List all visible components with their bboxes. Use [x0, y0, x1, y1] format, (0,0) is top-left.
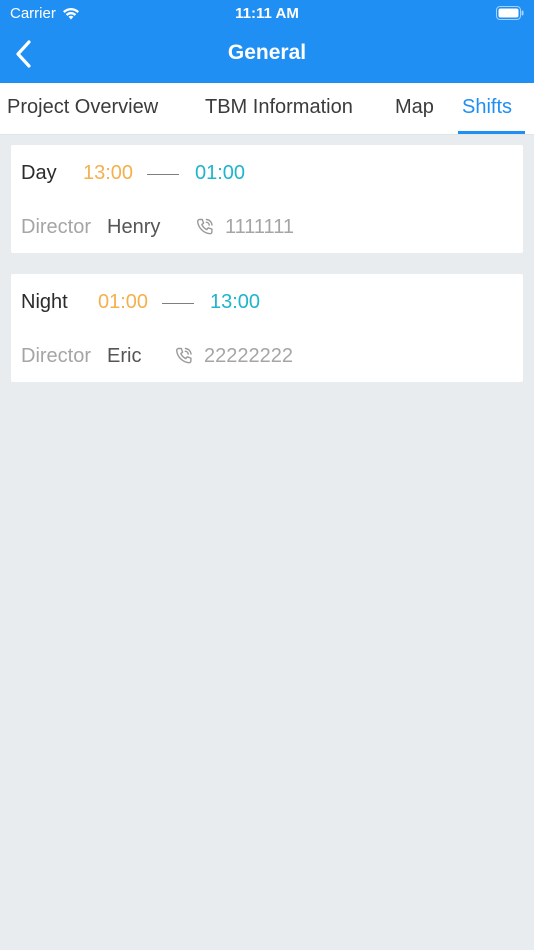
phone-number[interactable]: 1111111	[225, 216, 294, 239]
active-tab-indicator	[458, 131, 525, 134]
shift-card-day[interactable]: Day 13:00 01:00 Director Henry 1111111	[11, 145, 523, 253]
phone-icon[interactable]	[195, 217, 215, 237]
tab-shifts[interactable]: Shifts	[462, 96, 512, 119]
app-header: Carrier 11:11 AM General	[0, 0, 534, 83]
director-name: Henry	[107, 216, 161, 238]
tab-project-overview[interactable]: Project Overview	[7, 96, 158, 119]
tab-map[interactable]: Map	[395, 96, 434, 119]
page-title: General	[227, 41, 307, 64]
shift-name: Day	[21, 162, 57, 184]
shift-end-time: 01:00	[195, 162, 246, 184]
shift-start-time: 13:00	[83, 162, 134, 184]
battery-icon	[496, 6, 524, 24]
director-name: Eric	[107, 345, 142, 367]
status-bar: Carrier 11:11 AM	[0, 0, 534, 28]
navigation-bar: General	[0, 28, 534, 83]
status-time: 11:11 AM	[235, 5, 299, 22]
time-separator	[162, 303, 194, 304]
tab-bar: Project Overview TBM Information Map Shi…	[0, 83, 534, 135]
time-separator	[147, 174, 179, 175]
shift-end-time: 13:00	[210, 291, 261, 313]
shift-start-time: 01:00	[98, 291, 149, 313]
shift-card-night[interactable]: Night 01:00 13:00 Director Eric 22222222	[11, 274, 523, 382]
phone-number[interactable]: 22222222	[204, 345, 293, 368]
shift-name: Night	[21, 291, 68, 313]
tab-tbm-information[interactable]: TBM Information	[205, 96, 353, 119]
phone-icon[interactable]	[174, 346, 194, 366]
director-label: Director	[21, 345, 92, 367]
director-label: Director	[21, 216, 92, 238]
